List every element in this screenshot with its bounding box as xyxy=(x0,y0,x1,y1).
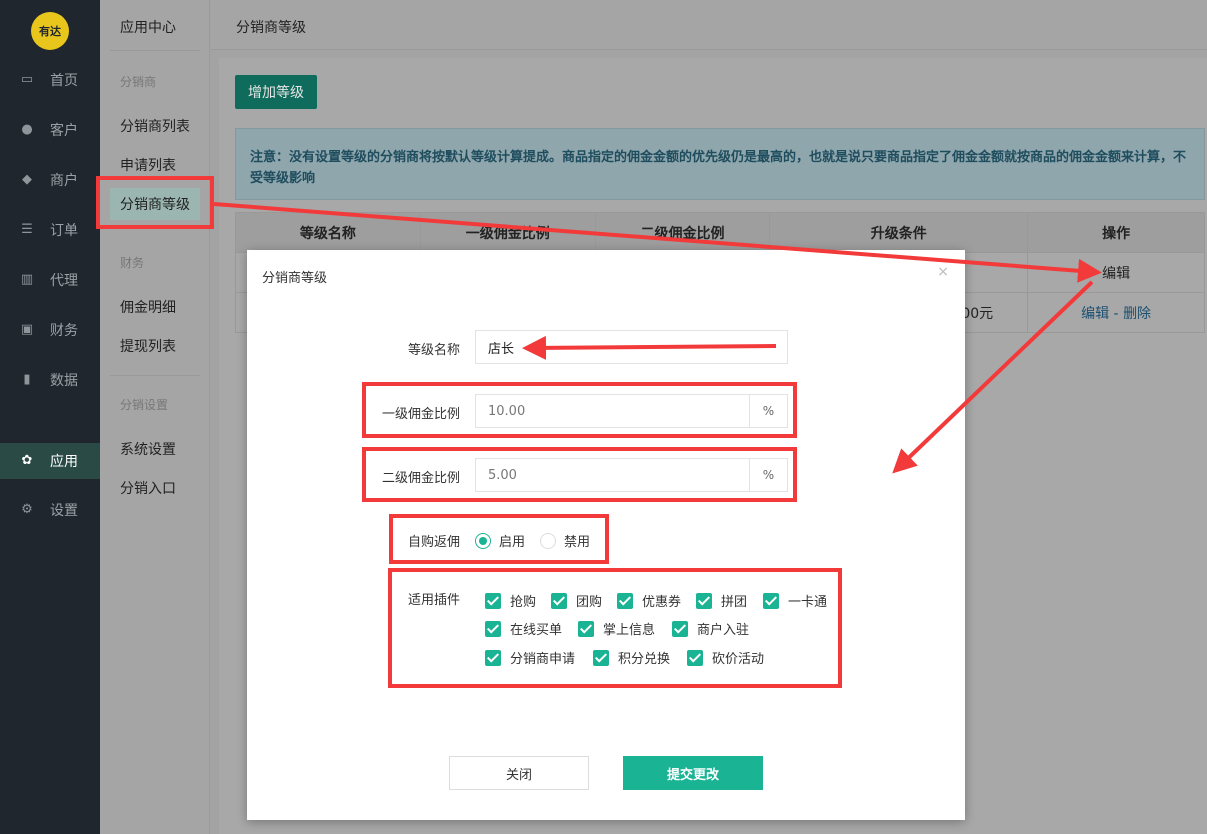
nav-item-label: 代理 xyxy=(50,273,78,289)
nav-item-agent[interactable]: ▥ 代理 xyxy=(0,262,100,298)
gear-icon: ⚙ xyxy=(21,502,33,517)
sub-sidebar-title: 应用中心 xyxy=(120,20,176,36)
nav-item-finance[interactable]: ▣ 财务 xyxy=(0,312,100,348)
annotation-box xyxy=(388,568,842,688)
sub-sidebar: 应用中心 分销商 分销商列表 申请列表 分销商等级 财务 佣金明细 提现列表 分… xyxy=(100,0,210,834)
notice-alert: 注意：没有设置等级的分销商将按默认等级计算提成。商品指定的佣金金额的优先级仍是最… xyxy=(235,128,1205,200)
nav-item-label: 财务 xyxy=(50,323,78,339)
close-button[interactable]: 关闭 xyxy=(449,756,589,790)
sub-item-withdraw-list[interactable]: 提现列表 xyxy=(120,336,176,356)
column-header: 操作 xyxy=(1027,212,1205,253)
nav-item-orders[interactable]: ☰ 订单 xyxy=(0,212,100,248)
user-icon: ● xyxy=(21,122,33,137)
sub-item-distributor-list[interactable]: 分销商列表 xyxy=(120,116,190,136)
page-title: 分销商等级 xyxy=(236,20,306,36)
list-icon: ☰ xyxy=(21,222,33,237)
users-icon: ◆ xyxy=(22,172,32,187)
map-icon: ▥ xyxy=(20,272,34,287)
nav-item-label: 客户 xyxy=(50,123,78,139)
level-name-label: 等级名称 xyxy=(407,343,460,358)
topbar: 分销商等级 xyxy=(211,0,1207,50)
column-header: 等级名称 xyxy=(235,212,421,253)
nav-item-label: 数据 xyxy=(50,373,78,389)
sub-item-apply-list[interactable]: 申请列表 xyxy=(120,155,176,175)
annotation-box xyxy=(96,176,214,229)
submit-button[interactable]: 提交更改 xyxy=(623,756,763,790)
sub-item-system-settings[interactable]: 系统设置 xyxy=(120,439,176,459)
nav-item-home[interactable]: ▭ 首页 xyxy=(0,62,100,98)
sub-group-finance: 财务 xyxy=(120,256,145,270)
nav-item-merchant[interactable]: ◆ 商户 xyxy=(0,162,100,198)
annotation-box xyxy=(362,382,797,438)
delete-link[interactable]: 删除 xyxy=(1123,306,1151,322)
sub-item-distribution-entry[interactable]: 分销入口 xyxy=(120,478,176,498)
money-icon: ▣ xyxy=(20,322,34,337)
nav-item-label: 首页 xyxy=(50,73,78,89)
nav-item-apps[interactable]: ✿ 应用 xyxy=(0,443,100,479)
modal-title: 分销商等级 xyxy=(262,271,328,286)
nav-item-label: 应用 xyxy=(50,454,78,470)
bar-chart-icon: ▮ xyxy=(23,372,31,387)
edit-link[interactable]: 编辑 xyxy=(1102,266,1130,282)
column-header: 升级条件 xyxy=(769,212,1029,253)
nav-item-label: 订单 xyxy=(50,223,78,239)
main-nav: 有达 ▭ 首页 ● 客户 ◆ 商户 ☰ 订单 ▥ 代理 ▣ 财务 ▮ 数据 ✿ … xyxy=(0,0,100,834)
column-header: 二级佣金比例 xyxy=(594,212,771,253)
action-cell: 编辑 xyxy=(1027,252,1205,293)
column-header: 一级佣金比例 xyxy=(419,212,596,253)
add-level-button[interactable]: 增加等级 xyxy=(235,75,317,109)
close-icon[interactable]: × xyxy=(937,264,949,280)
edit-link[interactable]: 编辑 xyxy=(1081,306,1109,322)
nav-item-customer[interactable]: ● 客户 xyxy=(0,112,100,148)
sub-group-distributor: 分销商 xyxy=(120,75,157,89)
nav-item-label: 设置 xyxy=(50,503,78,519)
nav-item-label: 商户 xyxy=(50,173,78,189)
nav-item-settings[interactable]: ⚙ 设置 xyxy=(0,492,100,528)
annotation-box xyxy=(362,447,797,502)
logo[interactable]: 有达 xyxy=(31,12,69,50)
divider xyxy=(110,50,200,51)
divider xyxy=(110,375,200,376)
annotation-box xyxy=(389,514,609,564)
link-separator: - xyxy=(1109,305,1124,322)
action-cell: 编辑 - 删除 xyxy=(1027,292,1205,333)
monitor-icon: ▭ xyxy=(20,72,34,87)
apps-icon: ✿ xyxy=(21,453,33,468)
level-name-input[interactable]: 店长 xyxy=(475,330,788,364)
sub-group-distribution-settings: 分销设置 xyxy=(120,398,169,412)
nav-item-data[interactable]: ▮ 数据 xyxy=(0,362,100,398)
sub-item-commission-detail[interactable]: 佣金明细 xyxy=(120,297,176,317)
